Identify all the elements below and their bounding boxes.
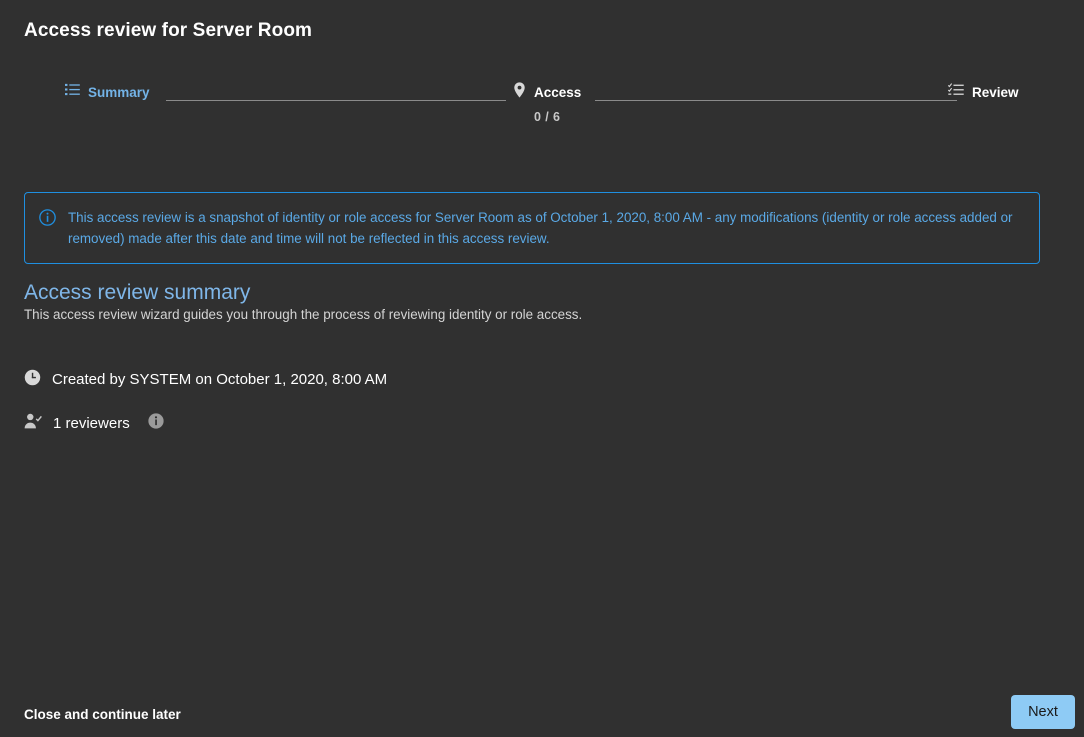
stepper-step-summary-label: Summary (88, 84, 150, 100)
stepper-step-access-count: 0 / 6 (533, 110, 561, 124)
stepper-step-review[interactable]: Review (947, 82, 1019, 102)
location-pin-icon (513, 81, 526, 103)
stepper-step-access[interactable]: Access 0 / 6 (513, 81, 582, 124)
clock-icon (24, 369, 41, 390)
stepper-connector-1 (166, 100, 506, 101)
snapshot-info-banner-text: This access review is a snapshot of iden… (68, 210, 1013, 246)
checklist-icon (947, 82, 964, 102)
wizard-stepper: Summary Access 0 / 6 Review (24, 81, 1060, 132)
list-icon (65, 82, 80, 102)
stepper-step-summary[interactable]: Summary (65, 82, 150, 102)
access-review-summary-heading: Access review summary (24, 281, 251, 304)
created-by-row: Created by SYSTEM on October 1, 2020, 8:… (24, 369, 387, 390)
stepper-step-access-label: Access (534, 84, 582, 100)
stepper-step-review-label: Review (972, 84, 1019, 100)
info-circle-icon (39, 209, 56, 231)
person-check-icon (24, 413, 42, 433)
reviewers-text: 1 reviewers (53, 414, 130, 432)
snapshot-info-banner: This access review is a snapshot of iden… (24, 192, 1040, 264)
access-review-summary-description: This access review wizard guides you thr… (24, 307, 583, 322)
created-by-text: Created by SYSTEM on October 1, 2020, 8:… (52, 371, 388, 388)
stepper-connector-2 (595, 100, 957, 101)
reviewers-info-badge-icon[interactable] (148, 413, 164, 433)
close-and-continue-later-link[interactable]: Close and continue later (18, 703, 187, 726)
reviewers-row: 1 reviewers (24, 413, 164, 433)
next-button[interactable]: Next (1011, 695, 1075, 729)
page-title: Access review for Server Room (24, 20, 313, 41)
